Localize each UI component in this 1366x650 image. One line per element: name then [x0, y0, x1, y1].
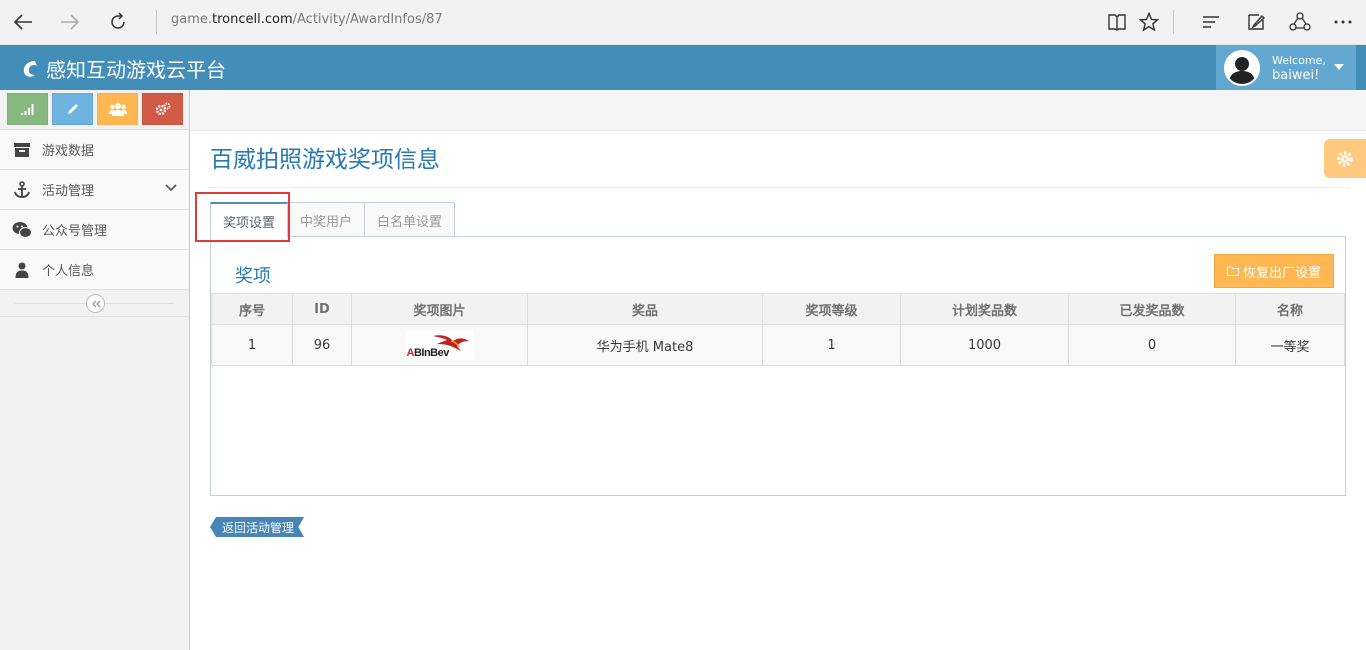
cell-id: 96 — [292, 324, 352, 366]
cell-prize: 华为手机 Mate8 — [527, 324, 763, 366]
cell-image: ABInBev — [351, 324, 528, 366]
sidebar-item-activity-management[interactable]: 活动管理 — [0, 170, 189, 210]
column-header[interactable]: 计划奖品数 — [900, 293, 1069, 325]
stats-shortcut-button[interactable] — [7, 93, 48, 125]
web-note-icon[interactable] — [1241, 8, 1271, 36]
back-arrow-icon[interactable] — [8, 8, 38, 36]
cell-planned: 1000 — [900, 324, 1069, 366]
column-header[interactable]: 序号 — [211, 293, 293, 325]
page-title: 百威拍照游戏奖项信息 — [210, 147, 440, 173]
sidebar-item-official-account[interactable]: 公众号管理 — [0, 210, 189, 250]
cogs-icon — [155, 102, 170, 116]
address-bar[interactable]: game.troncell.com/Activity/AwardInfos/87 — [171, 12, 443, 27]
column-header[interactable]: ID — [292, 293, 352, 325]
signal-icon — [20, 104, 33, 115]
sidebar-item-profile[interactable]: 个人信息 — [0, 250, 189, 290]
tab-content: 奖项 恢复出厂设置 序号 ID 奖项图片 奖品 奖项等级 计划奖品数 已发奖品数… — [210, 236, 1346, 496]
settings-shortcut-button[interactable] — [142, 93, 183, 125]
ab-inbev-logo-image: ABInBev — [405, 330, 474, 360]
cell-level: 1 — [762, 324, 901, 366]
username: baiwei! — [1272, 67, 1320, 83]
sidebar-item-label: 个人信息 — [42, 264, 95, 279]
forward-arrow-icon[interactable] — [55, 8, 85, 36]
refresh-icon[interactable] — [103, 8, 133, 36]
sidebar-item-label: 公众号管理 — [42, 224, 108, 239]
share-icon[interactable] — [1285, 8, 1315, 36]
column-header[interactable]: 奖项等级 — [762, 293, 901, 325]
welcome-text: Welcome, — [1272, 53, 1326, 67]
pencil-icon — [67, 104, 78, 114]
user-info: Welcome, baiwei! — [1272, 53, 1326, 83]
cell-index: 1 — [211, 324, 293, 366]
column-header[interactable]: 名称 — [1235, 293, 1345, 325]
users-icon — [108, 103, 127, 116]
sidebar-shortcuts — [0, 90, 189, 130]
ab-inbev-wordmark: ABInBev — [406, 346, 450, 359]
tab-winners[interactable]: 中奖用户 — [287, 202, 366, 237]
ace-settings-button[interactable] — [1324, 139, 1366, 178]
user-icon — [12, 261, 32, 279]
tab-award-settings[interactable]: 奖项设置 — [210, 202, 289, 238]
cell-issued: 0 — [1068, 324, 1236, 366]
breadcrumb — [190, 90, 1366, 131]
app-header: 感知互动游戏云平台 Welcome, baiwei! — [0, 45, 1366, 90]
column-header[interactable]: 奖项图片 — [351, 293, 528, 325]
sidebar: 游戏数据 活动管理 公众号管理 个人信息 — [0, 90, 190, 650]
caret-down-icon — [1334, 64, 1344, 70]
folder-icon — [1226, 266, 1239, 276]
sidebar-item-label: 游戏数据 — [42, 144, 95, 159]
chevron-down-icon — [165, 184, 177, 192]
url-separator — [156, 10, 157, 34]
favorite-star-icon[interactable] — [1134, 8, 1164, 36]
wechat-icon — [12, 221, 32, 239]
archive-icon — [12, 141, 32, 159]
double-chevron-left-icon[interactable] — [86, 294, 105, 313]
more-icon[interactable] — [1328, 8, 1358, 36]
brand-logo[interactable]: 感知互动游戏云平台 — [20, 54, 226, 83]
users-shortcut-button[interactable] — [97, 93, 138, 125]
browser-toolbar: game.troncell.com/Activity/AwardInfos/87 — [0, 0, 1366, 45]
gear-icon — [1337, 150, 1353, 167]
column-header[interactable]: 奖品 — [527, 293, 763, 325]
sidebar-item-game-data[interactable]: 游戏数据 — [0, 130, 189, 170]
leaf-logo-icon — [23, 60, 37, 77]
awards-table: 序号 ID 奖项图片 奖品 奖项等级 计划奖品数 已发奖品数 名称 1 96 A… — [211, 293, 1345, 366]
hub-icon[interactable] — [1196, 8, 1226, 36]
section-title: 奖项 — [235, 266, 271, 287]
column-header[interactable]: 已发奖品数 — [1068, 293, 1236, 325]
tab-bar: 奖项设置 中奖用户 白名单设置 — [210, 202, 456, 238]
reset-button-label: 恢复出厂设置 — [1242, 265, 1321, 281]
avatar — [1224, 49, 1260, 86]
sidebar-collapse-row — [0, 290, 189, 317]
reset-factory-settings-button[interactable]: 恢复出厂设置 — [1214, 254, 1334, 288]
sidebar-item-label: 活动管理 — [42, 184, 95, 199]
back-to-activity-management-button[interactable]: 返回活动管理 — [210, 517, 305, 537]
table-row[interactable]: 1 96 ABInBev 华为手机 Mate8 1 1000 0 一等奖 — [211, 324, 1345, 366]
page-header: 百威拍照游戏奖项信息 — [210, 140, 1350, 188]
cell-name: 一等奖 — [1235, 324, 1345, 366]
anchor-icon — [12, 180, 32, 199]
reading-view-icon[interactable] — [1102, 8, 1132, 36]
tab-whitelist[interactable]: 白名单设置 — [364, 202, 456, 237]
user-menu[interactable]: Welcome, baiwei! — [1216, 45, 1356, 90]
table-header-row: 序号 ID 奖项图片 奖品 奖项等级 计划奖品数 已发奖品数 名称 — [211, 293, 1345, 325]
edit-shortcut-button[interactable] — [52, 93, 93, 125]
toolbar-separator — [1173, 10, 1174, 34]
brand-title: 感知互动游戏云平台 — [46, 58, 226, 82]
